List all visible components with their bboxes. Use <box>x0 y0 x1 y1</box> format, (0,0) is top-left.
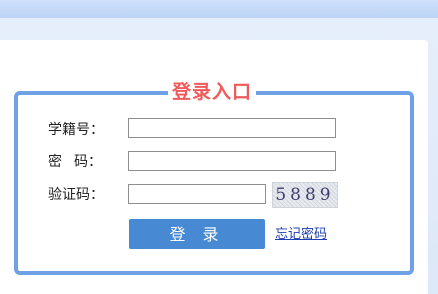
password-label-part2: 码： <box>74 154 102 170</box>
student-id-label: 学籍号： <box>48 122 104 138</box>
login-title: 登录入口 <box>168 80 257 104</box>
top-banner <box>0 0 438 18</box>
password-label-part1: 密 <box>48 154 74 170</box>
student-id-input[interactable] <box>128 118 336 138</box>
password-label: 密码： <box>48 152 102 172</box>
captcha-label: 验证码： <box>48 187 104 203</box>
forgot-password-link[interactable]: 忘记密码 <box>275 226 327 244</box>
login-button[interactable]: 登 录 <box>129 219 265 249</box>
password-input[interactable] <box>128 151 336 171</box>
captcha-image[interactable]: 5889 <box>272 182 338 208</box>
captcha-input[interactable] <box>128 184 266 204</box>
